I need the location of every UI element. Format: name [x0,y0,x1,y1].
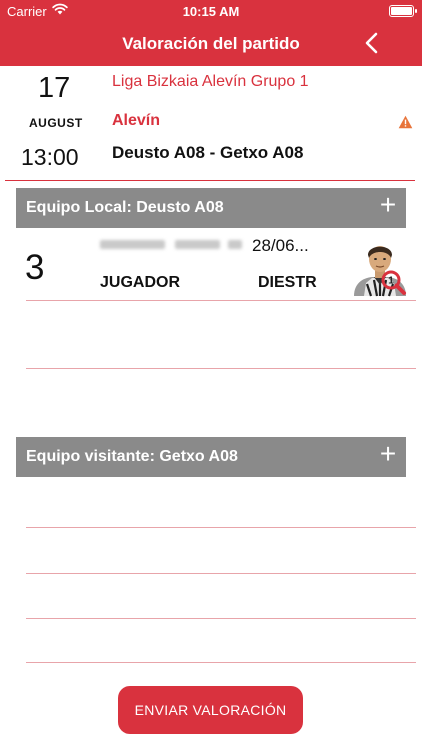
match-teams: Deusto A08 - Getxo A08 [112,143,304,162]
top-bar: Carrier 10:15 AM Valoración del partido [0,0,422,66]
back-chevron-icon[interactable] [362,31,382,55]
home-team-label: Equipo Local: Deusto A08 [26,199,224,216]
send-rating-button[interactable]: ENVIAR VALORACIÓN [118,686,303,734]
row-divider [26,527,416,528]
player-name-blurred [100,237,242,251]
row-divider [26,368,416,369]
away-team-bar: Equipo visitante: Getxo A08 + [16,437,406,477]
row-divider [26,300,416,301]
match-month: AUGUST [29,116,83,130]
divider [5,180,415,181]
warning-icon [398,115,413,129]
row-divider [26,662,416,663]
category-name: Alevín [112,112,161,129]
away-team-label: Equipo visitante: Getxo A08 [26,448,238,465]
player-birth-date: 28/06... [252,236,309,255]
player-role: JUGADOR [100,274,181,291]
row-divider [26,618,416,619]
player-number: 3 [25,248,45,287]
row-divider [26,573,416,574]
status-bar: Carrier 10:15 AM [0,0,422,22]
page-title: Valoración del partido [122,34,300,53]
add-away-player-plus-icon[interactable]: + [378,440,398,468]
league-name: Liga Bizkaia Alevín Grupo 1 [112,73,309,90]
home-team-bar: Equipo Local: Deusto A08 + [16,188,406,228]
player-avatar-icon[interactable]: 1 [350,240,410,298]
match-day: 17 [38,72,71,104]
match-time: 13:00 [21,144,79,170]
svg-text:1: 1 [388,276,394,287]
player-foot: DIESTR [258,274,317,291]
battery-icon [389,5,417,17]
add-home-player-plus-icon[interactable]: + [378,191,398,219]
status-time: 10:15 AM [182,4,240,19]
